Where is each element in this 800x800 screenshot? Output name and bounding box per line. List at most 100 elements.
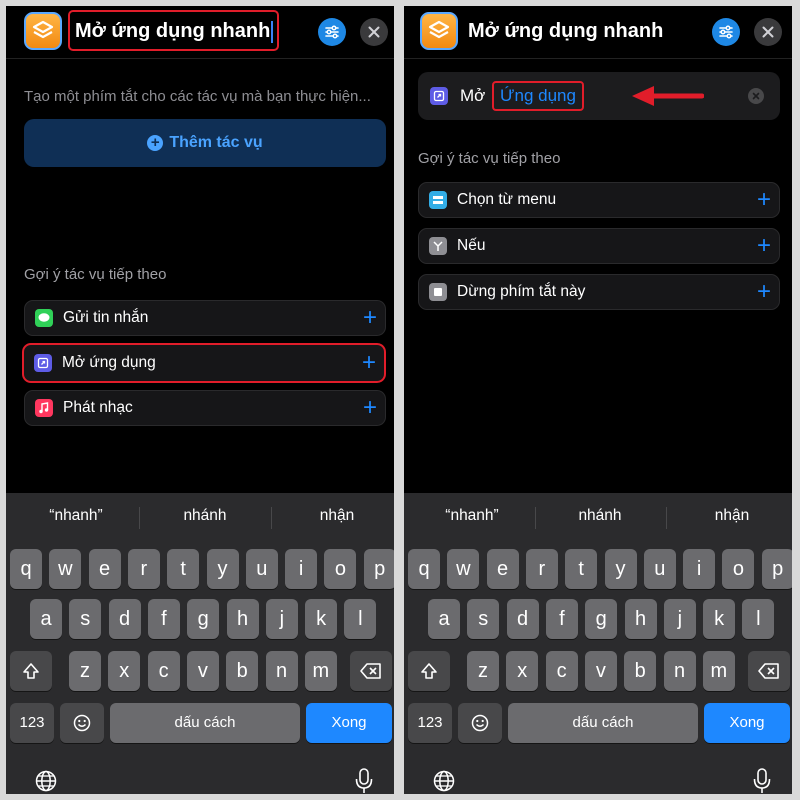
key-d[interactable]: d [506,599,539,639]
key-d[interactable]: d [108,599,141,639]
key-a[interactable]: a [428,599,460,639]
settings-button[interactable] [712,18,740,46]
suggestion-choose-from-menu[interactable]: Chọn từ menu + [418,182,780,218]
prediction-2[interactable]: nhánh [540,507,660,525]
numbers-key[interactable]: 123 [408,703,452,743]
key-h[interactable]: h [624,599,657,639]
key-v[interactable]: v [584,651,617,691]
prediction-3[interactable]: nhận [672,507,792,525]
key-u[interactable]: u [245,549,278,589]
text-cursor [271,20,274,43]
microphone-icon[interactable] [752,767,772,794]
settings-button[interactable] [318,18,346,46]
key-m[interactable]: m [304,651,337,691]
key-q[interactable]: q [10,549,42,589]
key-o[interactable]: o [324,549,357,589]
suggestion-stop-shortcut[interactable]: Dừng phím tắt này + [418,274,780,310]
add-icon[interactable]: + [355,396,385,420]
key-b[interactable]: b [624,651,657,691]
add-icon[interactable]: + [749,188,779,212]
key-w[interactable]: w [447,549,480,589]
backspace-key[interactable] [748,651,790,691]
key-e[interactable]: e [486,549,519,589]
key-y[interactable]: y [604,549,637,589]
key-p[interactable]: p [363,549,394,589]
space-key[interactable]: dấu cách [508,703,698,743]
key-u[interactable]: u [643,549,676,589]
shift-icon [23,663,39,679]
key-c[interactable]: c [545,651,578,691]
open-app-action[interactable]: Mở Ứng dụng [418,72,780,120]
add-action-button[interactable]: + Thêm tác vụ [24,119,386,167]
suggestion-if[interactable]: Nếu + [418,228,780,264]
key-n[interactable]: n [663,651,696,691]
key-t[interactable]: t [565,549,598,589]
add-icon[interactable]: + [749,234,779,258]
key-z[interactable]: z [467,651,499,691]
emoji-key[interactable] [458,703,502,743]
key-l[interactable]: l [344,599,377,639]
add-icon[interactable]: + [354,351,384,375]
shift-key[interactable] [408,651,450,691]
key-b[interactable]: b [226,651,259,691]
close-icon [368,26,380,38]
key-n[interactable]: n [265,651,298,691]
add-icon[interactable]: + [749,280,779,304]
key-e[interactable]: e [88,549,121,589]
key-r[interactable]: r [127,549,160,589]
app-parameter[interactable]: Ứng dụng [492,81,584,111]
key-f[interactable]: f [545,599,578,639]
key-t[interactable]: t [167,549,200,589]
microphone-icon[interactable] [354,767,374,794]
key-l[interactable]: l [742,599,775,639]
key-m[interactable]: m [702,651,735,691]
shortcut-title[interactable]: Mở ứng dụng nhanh [468,20,663,43]
key-w[interactable]: w [49,549,82,589]
key-s[interactable]: s [69,599,102,639]
prediction-divider [666,507,667,529]
key-j[interactable]: j [663,599,696,639]
space-key[interactable]: dấu cách [110,703,300,743]
key-o[interactable]: o [722,549,755,589]
numbers-key[interactable]: 123 [10,703,54,743]
close-button[interactable] [754,18,782,46]
key-y[interactable]: y [206,549,239,589]
clear-icon[interactable] [748,88,764,104]
globe-icon[interactable] [432,769,456,794]
key-x[interactable]: x [506,651,539,691]
key-c[interactable]: c [147,651,180,691]
prediction-3[interactable]: nhận [277,507,394,525]
key-g[interactable]: g [187,599,220,639]
key-v[interactable]: v [186,651,219,691]
key-k[interactable]: k [703,599,736,639]
key-a[interactable]: a [30,599,62,639]
prediction-1[interactable]: “nhanh” [412,507,532,525]
suggestion-open-app[interactable]: Mở ứng dụng + [22,343,386,383]
key-z[interactable]: z [69,651,101,691]
suggestion-play-music[interactable]: Phát nhạc + [24,390,386,426]
key-j[interactable]: j [265,599,298,639]
globe-icon[interactable] [34,769,58,794]
key-p[interactable]: p [761,549,792,589]
add-icon[interactable]: + [355,306,385,330]
done-key[interactable]: Xong [704,703,790,743]
close-button[interactable] [360,18,388,46]
done-key[interactable]: Xong [306,703,392,743]
key-x[interactable]: x [108,651,141,691]
key-i[interactable]: i [285,549,318,589]
prediction-1[interactable]: “nhanh” [16,507,136,525]
key-r[interactable]: r [525,549,558,589]
shortcut-title-field[interactable]: Mở ứng dụng nhanh [68,10,280,51]
key-i[interactable]: i [683,549,716,589]
emoji-key[interactable] [60,703,104,743]
key-h[interactable]: h [226,599,259,639]
key-s[interactable]: s [467,599,500,639]
key-f[interactable]: f [147,599,180,639]
shift-key[interactable] [10,651,52,691]
key-q[interactable]: q [408,549,440,589]
key-k[interactable]: k [305,599,338,639]
suggestion-send-message[interactable]: Gửi tin nhắn + [24,300,386,336]
prediction-2[interactable]: nhánh [145,507,265,525]
key-g[interactable]: g [585,599,618,639]
backspace-key[interactable] [350,651,392,691]
